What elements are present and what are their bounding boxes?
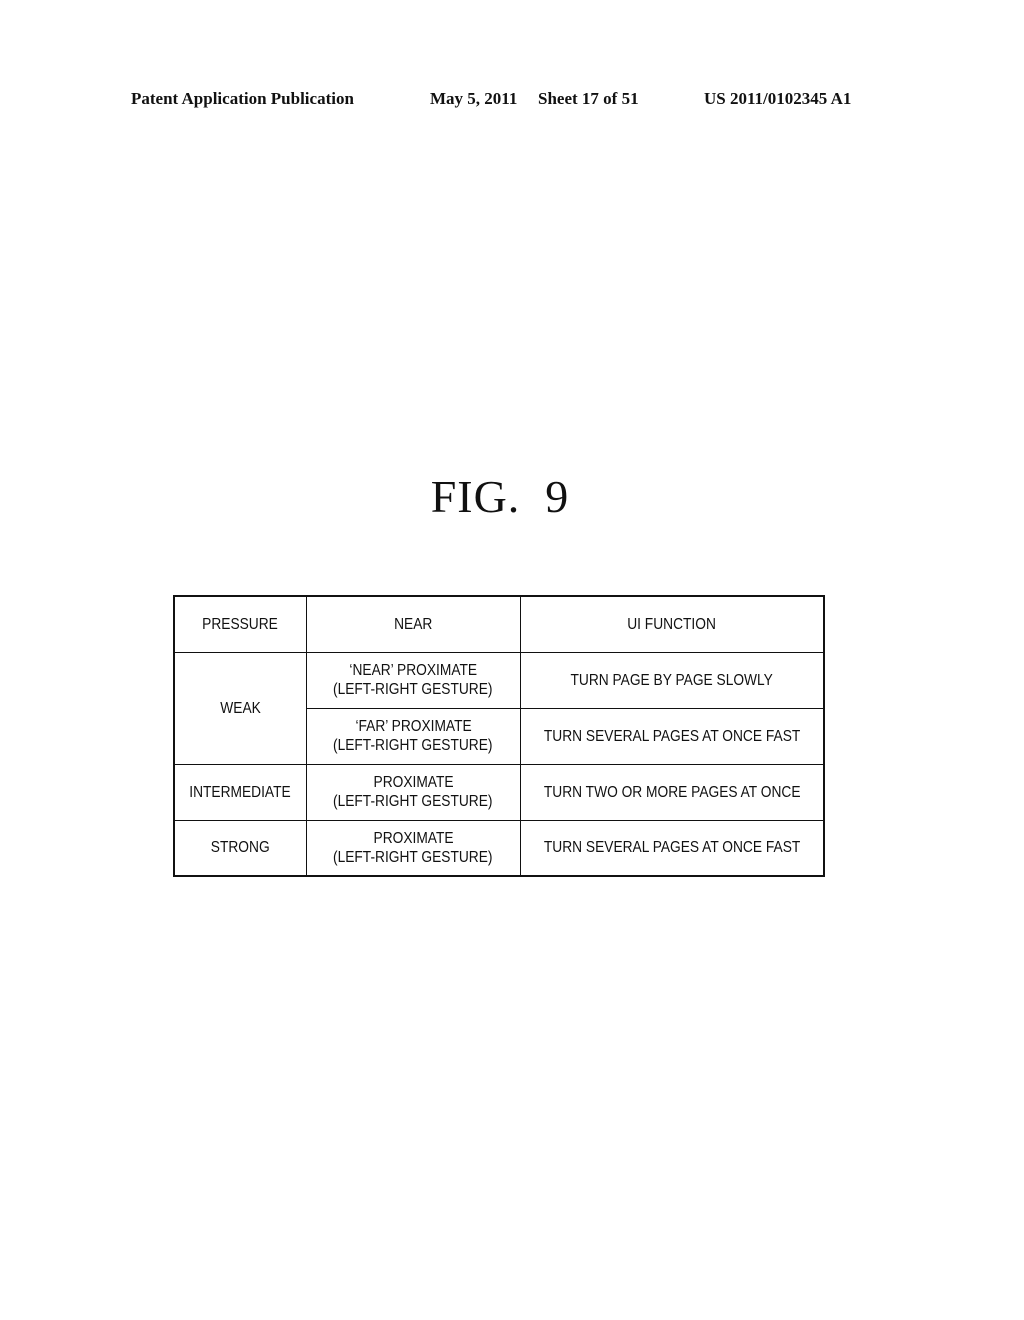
sheet-number: Sheet 17 of 51 bbox=[538, 89, 639, 108]
column-header-near: NEAR bbox=[305, 595, 521, 653]
table-header-row: PRESSURE NEAR UI FUNCTION bbox=[173, 595, 825, 653]
table-row: INTERMEDIATE PROXIMATE (LEFT-RIGHT GESTU… bbox=[173, 763, 825, 821]
publication-label: Patent Application Publication bbox=[131, 89, 354, 108]
figure-title: FIG. 9 bbox=[0, 470, 1000, 523]
patent-number: US 2011/0102345 A1 bbox=[704, 89, 852, 108]
ui-function-cell: TURN TWO OR MORE PAGES AT ONCE bbox=[519, 763, 825, 821]
pressure-cell: WEAK bbox=[173, 651, 307, 765]
near-cell: ‘FAR’ PROXIMATE (LEFT-RIGHT GESTURE) bbox=[305, 707, 521, 765]
near-cell: PROXIMATE (LEFT-RIGHT GESTURE) bbox=[305, 763, 521, 821]
figure-title-text: FIG. 9 bbox=[430, 471, 570, 522]
table-row: WEAK ‘NEAR’ PROXIMATE (LEFT-RIGHT GESTUR… bbox=[173, 651, 825, 765]
table-row: STRONG PROXIMATE (LEFT-RIGHT GESTURE) TU… bbox=[173, 819, 825, 877]
ui-function-cell: TURN PAGE BY PAGE SLOWLY bbox=[519, 651, 825, 709]
near-cell: PROXIMATE (LEFT-RIGHT GESTURE) bbox=[305, 819, 521, 877]
ui-function-cell: TURN SEVERAL PAGES AT ONCE FAST bbox=[519, 819, 825, 877]
pressure-cell: INTERMEDIATE bbox=[173, 763, 307, 821]
publication-date: May 5, 2011 bbox=[430, 89, 518, 108]
pressure-function-table: PRESSURE NEAR UI FUNCTION WEAK ‘NEAR’ PR… bbox=[173, 595, 825, 877]
pressure-cell: STRONG bbox=[173, 819, 307, 877]
near-cell: ‘NEAR’ PROXIMATE (LEFT-RIGHT GESTURE) bbox=[305, 651, 521, 709]
page-header: Patent Application Publication May 5, 20… bbox=[0, 89, 1024, 113]
ui-function-cell: TURN SEVERAL PAGES AT ONCE FAST bbox=[519, 707, 825, 765]
column-header-ui-function: UI FUNCTION bbox=[519, 595, 825, 653]
column-header-pressure: PRESSURE bbox=[173, 595, 307, 653]
